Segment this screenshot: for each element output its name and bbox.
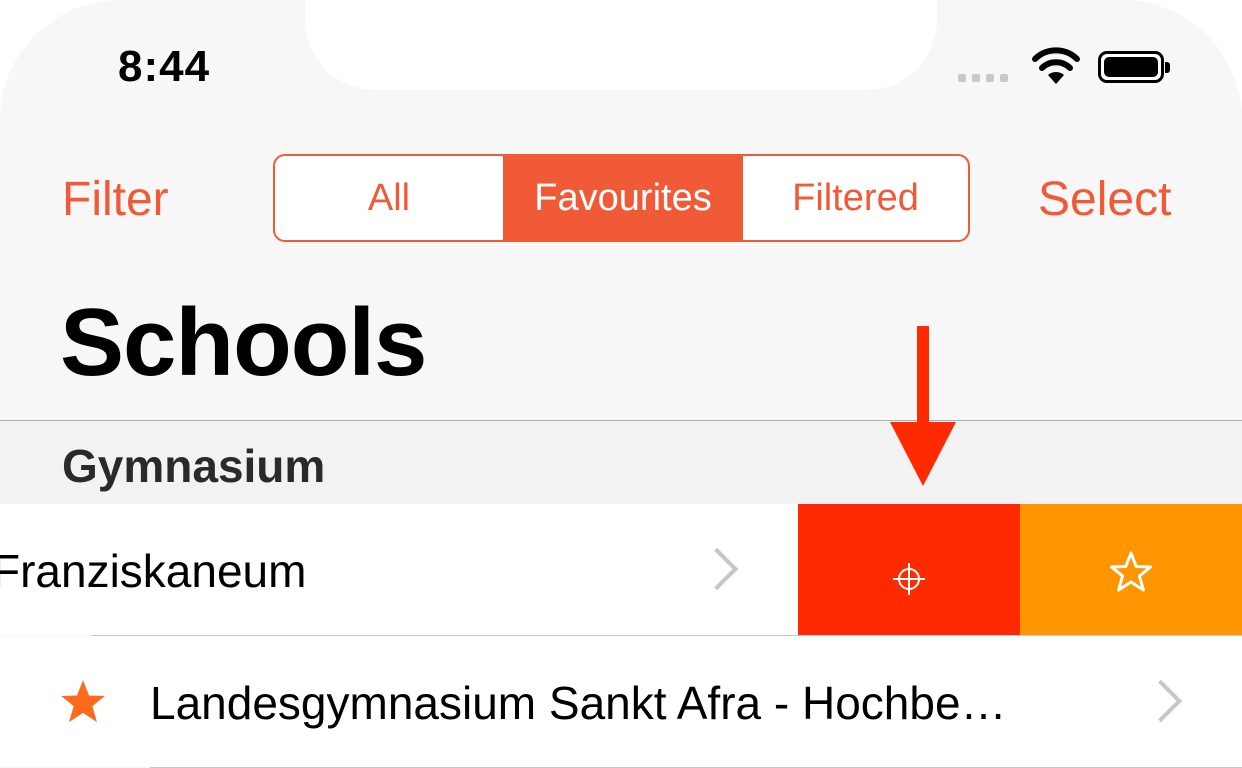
favourite-star-icon bbox=[61, 680, 105, 723]
screen: 8:44 Filter All Favourites Filtered Sele… bbox=[0, 0, 1242, 768]
segment-all[interactable]: All bbox=[275, 156, 505, 240]
favourite-action-button[interactable] bbox=[1020, 504, 1242, 635]
list-item-label: Franziskaneum bbox=[0, 545, 307, 597]
wifi-icon bbox=[1032, 47, 1080, 84]
list-item-label: Landesgymnasium Sankt Afra - Hochbe… bbox=[150, 677, 1007, 729]
battery-icon bbox=[1098, 51, 1170, 83]
list-item-landesgymnasium[interactable]: Landesgymnasium Sankt Afra - Hochbe… bbox=[0, 636, 1242, 767]
crosshair-icon bbox=[893, 563, 925, 595]
locate-action-button[interactable] bbox=[798, 504, 1020, 635]
segment-favourites[interactable]: Favourites bbox=[505, 156, 741, 240]
page-title: Schools bbox=[60, 289, 427, 396]
star-outline-icon bbox=[1110, 551, 1152, 592]
chevron-right-icon bbox=[1139, 679, 1183, 723]
segmented-control: All Favourites Filtered bbox=[273, 154, 970, 242]
filter-button[interactable]: Filter bbox=[62, 172, 169, 227]
annotation-arrow-icon bbox=[890, 326, 956, 486]
section-header: Gymnasium bbox=[0, 421, 1242, 504]
segment-filtered[interactable]: Filtered bbox=[741, 156, 968, 240]
device-notch bbox=[305, 0, 937, 90]
section-header-label: Gymnasium bbox=[62, 440, 326, 492]
select-button[interactable]: Select bbox=[1038, 172, 1171, 227]
chevron-right-icon bbox=[695, 547, 739, 591]
cellular-signal-icon bbox=[958, 74, 1008, 82]
status-time: 8:44 bbox=[118, 42, 211, 91]
